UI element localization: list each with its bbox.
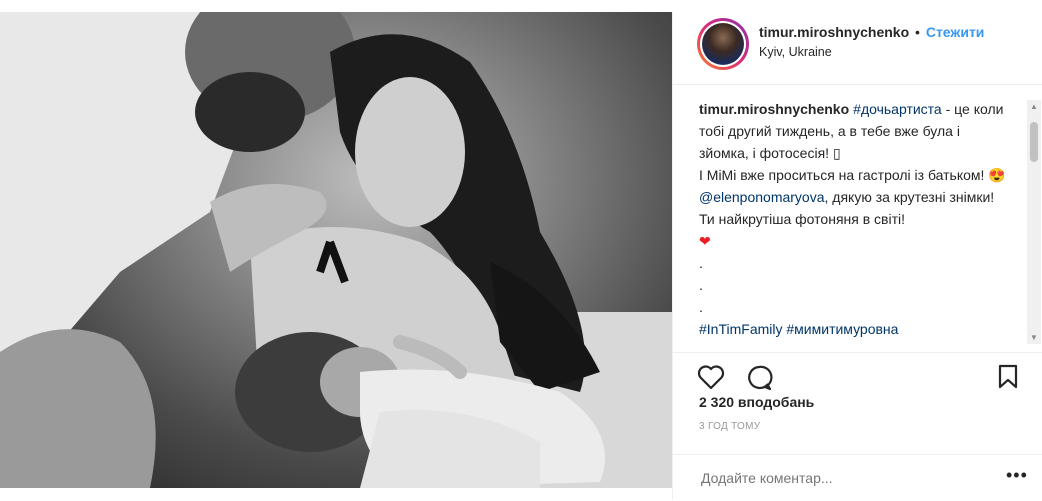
caption-hashtag-intimfamily[interactable]: #InTimFamily [699,321,783,337]
caption-dots: . . . [699,255,703,315]
location-link[interactable]: Kyiv, Ukraine [759,45,832,59]
bookmark-icon[interactable] [997,364,1019,390]
caption-hashtag-mimitymurovna[interactable]: #мимитимуровна [786,321,898,337]
box-emoji: ▯ [832,145,841,161]
caption-username[interactable]: timur.miroshnychenko [699,101,849,117]
post-timestamp[interactable]: 3 год тому [699,421,760,432]
caption-text-2: І МіМі вже проситься на гастролі із бать… [699,167,989,183]
scroll-up-icon[interactable]: ▲ [1030,102,1038,111]
likes-count[interactable]: 2 320 вподобань [699,394,814,410]
follow-button[interactable]: Стежити [926,24,985,40]
avatar-photo [702,23,744,65]
header-username[interactable]: timur.miroshnychenko [759,24,909,40]
scroll-down-icon[interactable]: ▼ [1030,333,1038,342]
caption-hashtag-dochartysta[interactable]: #дочьартиста [853,101,942,117]
caption-mention[interactable]: @elenponomaryova [699,189,825,205]
red-heart-emoji: ❤ [699,233,711,249]
heart-outline-icon[interactable] [697,364,725,390]
comment-box: ••• [673,454,1042,501]
caption-scrollbar[interactable]: ▲ ▼ [1027,100,1041,344]
post-panel: timur.miroshnychenko • Стежити Kyiv, Ukr… [672,12,1042,500]
photo-illustration [0,12,672,488]
heart-eyes-emoji: 😍 [988,167,1006,183]
more-options-icon[interactable]: ••• [1006,465,1028,486]
post-photo[interactable] [0,12,672,488]
header-user-line: timur.miroshnychenko • Стежити [759,24,984,40]
separator-dot: • [915,24,920,40]
comment-input[interactable] [699,465,1003,491]
avatar[interactable] [697,18,749,70]
post-header: timur.miroshnychenko • Стежити Kyiv, Ukr… [673,12,1042,85]
caption: timur.miroshnychenko #дочьартиста - це ко… [699,98,1009,350]
comment-bubble-icon[interactable] [745,364,773,392]
scroll-thumb[interactable] [1030,122,1038,162]
